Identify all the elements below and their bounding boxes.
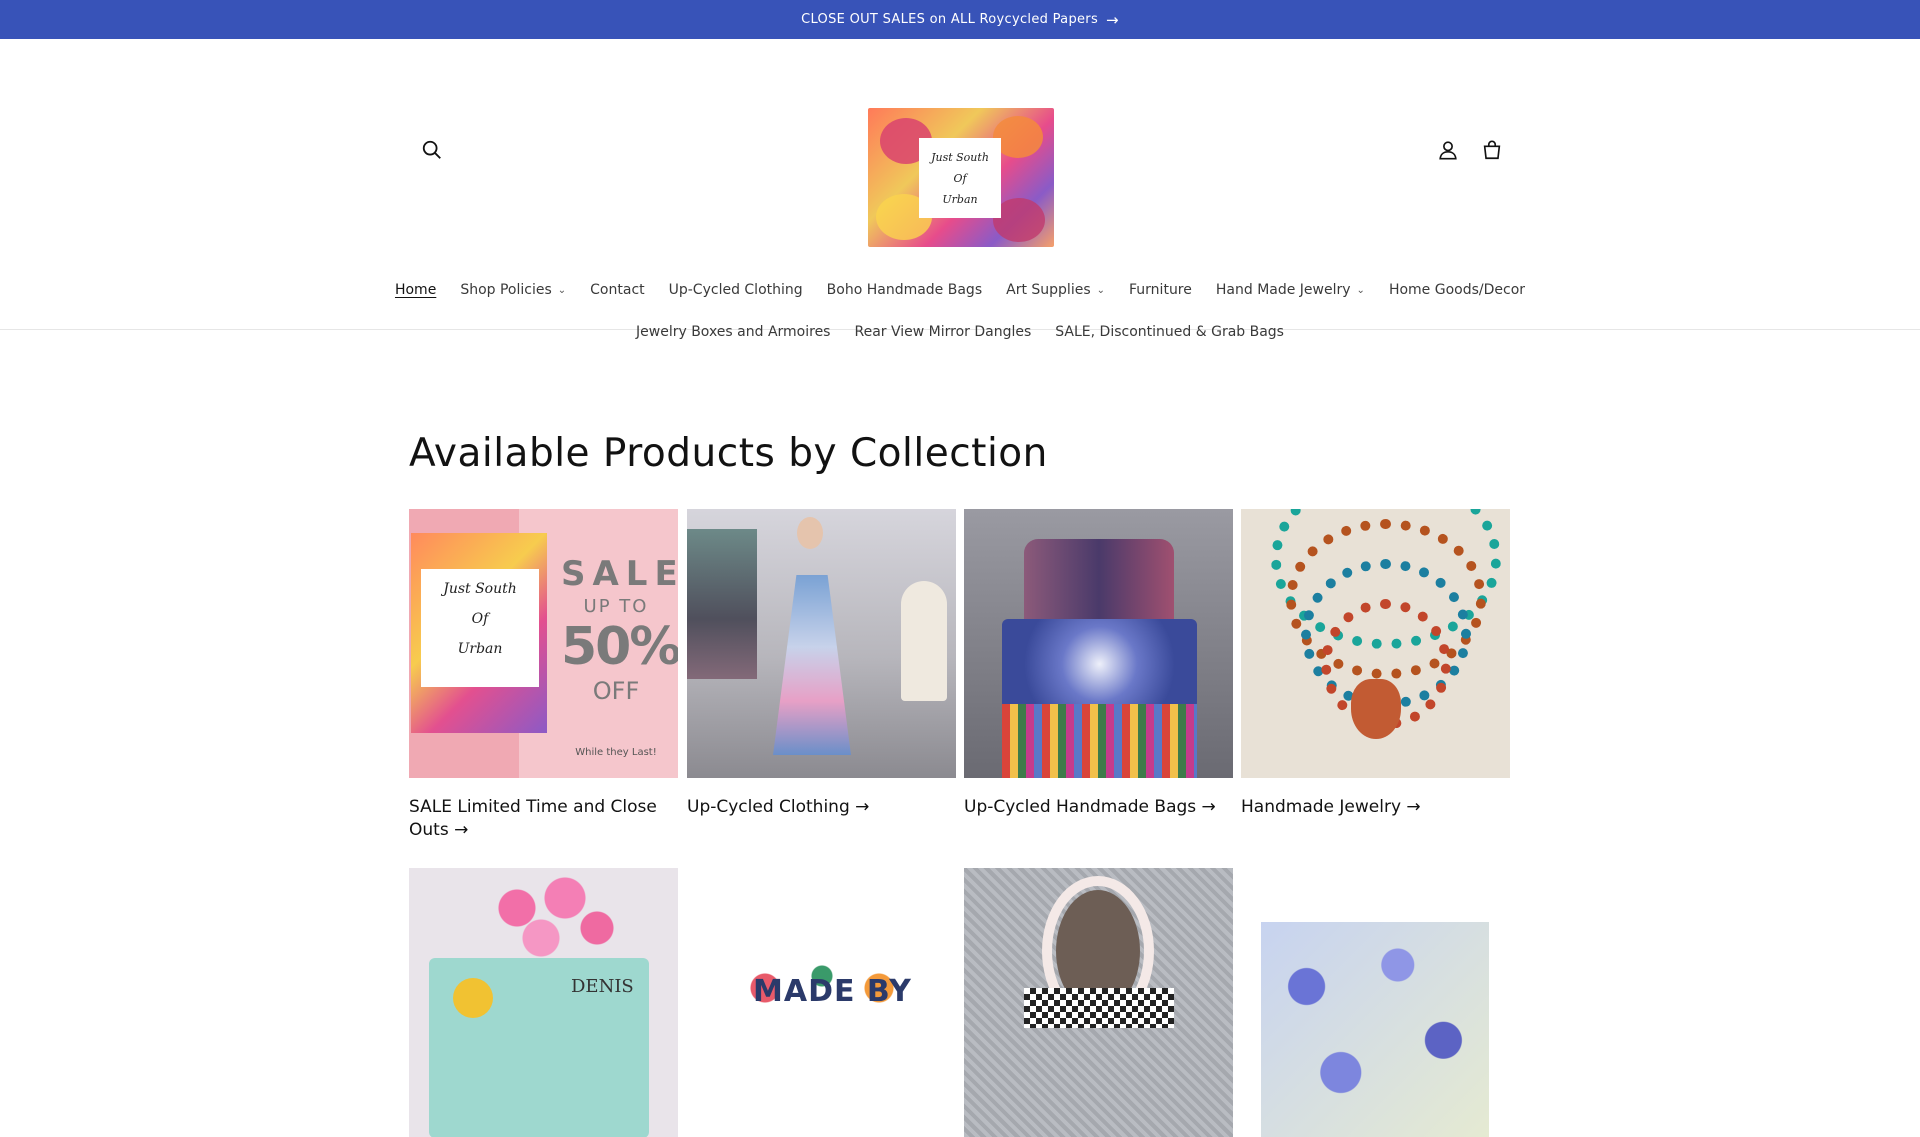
clothing-photo: [687, 509, 956, 778]
bag-photo: [964, 509, 1233, 778]
logo-line: Of: [953, 171, 967, 185]
nav-item-boho-handmade-bags[interactable]: Boho Handmade Bags: [815, 269, 994, 311]
mannequin: [901, 581, 947, 701]
collection-card-jewelry[interactable]: Handmade Jewelry →: [1241, 509, 1510, 819]
dresser-photo: DENIS: [409, 868, 678, 1137]
sale-up-to: UP TO: [583, 596, 649, 617]
arrow-right-icon: →: [1106, 10, 1119, 29]
sale-percent: 50%: [561, 617, 678, 677]
clothing-rack: [687, 529, 757, 679]
bag-body: [1002, 619, 1197, 709]
nav-item-furniture[interactable]: Furniture: [1117, 269, 1204, 311]
sale-art-line: Urban: [457, 641, 503, 657]
nav-item-hand-made-jewelry[interactable]: Hand Made Jewelry ⌄: [1204, 269, 1377, 311]
sale-text: SALE UP TO 50% OFF While they Last!: [561, 554, 678, 758]
jewelry-photo: [1241, 509, 1510, 778]
nav-item-shop-policies[interactable]: Shop Policies ⌄: [448, 269, 578, 311]
collection-image: [1241, 868, 1510, 1137]
chevron-down-icon: ⌄: [557, 284, 567, 296]
logo-line: Urban: [942, 192, 978, 206]
sale-art-line: Just South: [443, 581, 517, 597]
announcement-text: CLOSE OUT SALES on ALL Roycycled Papers: [801, 12, 1099, 27]
nav-item-contact[interactable]: Contact: [578, 269, 656, 311]
nav-item-label: Jewelry Boxes and Armoires: [636, 324, 831, 340]
nav-item-label: Furniture: [1129, 282, 1192, 298]
nav-item-label: Rear View Mirror Dangles: [854, 324, 1032, 340]
collection-caption[interactable]: Handmade Jewelry →: [1241, 796, 1510, 819]
sale-artwork-card: Just South Of Urban: [421, 569, 539, 687]
bag-tassels: [1002, 704, 1197, 778]
collection-card-mirror[interactable]: [964, 868, 1233, 1137]
nav-item-label: Contact: [590, 282, 645, 298]
sale-word: SALE: [561, 554, 678, 594]
announcement-bar[interactable]: CLOSE OUT SALES on ALL Roycycled Papers …: [0, 0, 1920, 39]
nav-item-home-goods-decor[interactable]: Home Goods/Decor: [1377, 269, 1537, 311]
collection-image: [687, 509, 956, 778]
model-head: [797, 517, 823, 549]
sale-artwork: Just South Of Urban: [411, 533, 547, 733]
chevron-down-icon: ⌄: [1356, 284, 1365, 296]
collection-card-furniture[interactable]: DENIS: [409, 868, 678, 1137]
collection-card-iris[interactable]: [1241, 868, 1510, 1137]
sale-art-line: Of: [471, 611, 489, 627]
collection-image: Just South Of Urban SALE UP TO 50% OFF W…: [409, 509, 678, 778]
chevron-down-icon: ⌄: [1096, 284, 1106, 296]
nav-item-sale-discontinued[interactable]: SALE, Discontinued & Grab Bags: [1043, 311, 1296, 353]
sale-note: While they Last!: [575, 747, 657, 758]
nav-row-primary: Home Shop Policies ⌄ Contact Up-Cycled Cl…: [0, 269, 1920, 311]
nav-item-up-cycled-clothing[interactable]: Up-Cycled Clothing: [657, 269, 815, 311]
collection-card-bags[interactable]: Up-Cycled Handmade Bags →: [964, 509, 1233, 819]
collection-image: [964, 509, 1233, 778]
account-button[interactable]: [1434, 136, 1462, 164]
collection-card-clothing[interactable]: Up-Cycled Clothing →: [687, 509, 956, 819]
account-icon: [1439, 141, 1457, 160]
collection-card-sale[interactable]: Just South Of Urban SALE UP TO 50% OFF W…: [409, 509, 678, 842]
nav-item-rear-view-mirror-dangles[interactable]: Rear View Mirror Dangles: [842, 311, 1043, 353]
nav-item-jewelry-boxes[interactable]: Jewelry Boxes and Armoires: [624, 311, 842, 353]
search-button[interactable]: [418, 136, 446, 164]
iris-print: [1241, 868, 1510, 1137]
nav-item-label: Art Supplies: [1006, 282, 1091, 298]
collection-caption[interactable]: SALE Limited Time and Close Outs →: [409, 796, 678, 842]
collection-caption[interactable]: Up-Cycled Clothing →: [687, 796, 956, 819]
collection-image: MADE BY: [687, 868, 956, 1137]
main-navigation: Home Shop Policies ⌄ Contact Up-Cycled Cl…: [0, 269, 1920, 353]
made-by-graphic: MADE BY: [687, 868, 956, 1137]
nav-item-label: Shop Policies: [460, 282, 552, 298]
nav-item-label: Boho Handmade Bags: [826, 282, 983, 298]
section-title: Available Products by Collection: [409, 431, 1048, 476]
model-figure: [771, 517, 851, 757]
search-icon: [422, 140, 441, 159]
model-dress: [773, 575, 851, 755]
nav-item-label: Home: [394, 282, 437, 298]
dresser-label: DENIS: [571, 976, 634, 997]
collection-caption[interactable]: Up-Cycled Handmade Bags →: [964, 796, 1233, 819]
store-logo[interactable]: Just South Of Urban: [868, 108, 1054, 247]
made-by-text: MADE BY: [753, 974, 912, 1009]
flowers: [469, 868, 629, 968]
logo-line: Just South: [931, 150, 989, 164]
iris-pattern: [1261, 922, 1489, 1137]
site-header: Just South Of Urban Home Shop Policies ⌄ …: [0, 39, 1920, 340]
nav-item-label: Hand Made Jewelry: [1215, 282, 1351, 298]
nav-item-label: SALE, Discontinued & Grab Bags: [1055, 324, 1284, 340]
sunflower: [453, 978, 493, 1018]
sale-off: OFF: [592, 677, 640, 705]
collection-image: DENIS: [409, 868, 678, 1137]
nav-item-art-supplies[interactable]: Art Supplies ⌄: [994, 269, 1117, 311]
nav-row-secondary: Jewelry Boxes and Armoires Rear View Mir…: [0, 311, 1920, 353]
collection-image: [1241, 509, 1510, 778]
mirror-photo: [964, 868, 1233, 1137]
cart-button[interactable]: [1478, 136, 1506, 164]
collection-image: [964, 868, 1233, 1137]
cart-icon: [1483, 140, 1501, 160]
nav-item-label: Up-Cycled Clothing: [668, 282, 803, 298]
nav-item-label: Home Goods/Decor: [1388, 282, 1526, 298]
nav-item-home[interactable]: Home: [383, 269, 448, 311]
collection-card-made-by[interactable]: MADE BY: [687, 868, 956, 1137]
logo-card: Just South Of Urban: [919, 138, 1001, 218]
checker-trim: [1024, 988, 1174, 1028]
necklace-pendant: [1351, 679, 1401, 739]
